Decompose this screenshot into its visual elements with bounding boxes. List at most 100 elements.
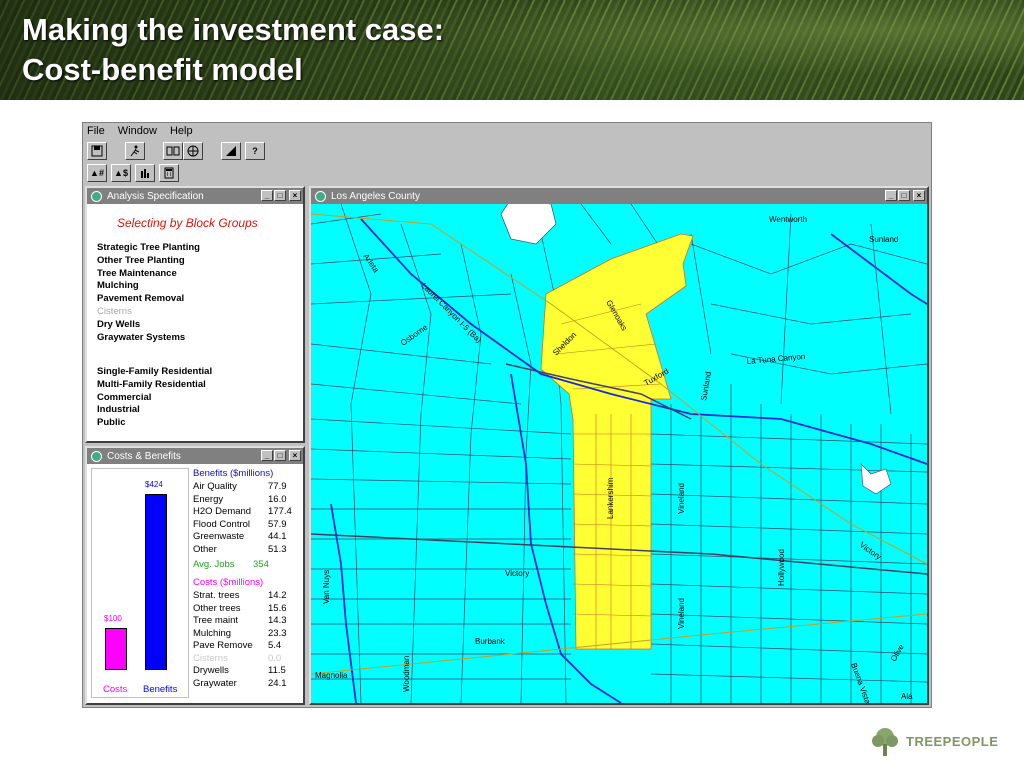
help-icon[interactable]: ? xyxy=(245,142,265,160)
cost-value: 14.3 xyxy=(268,615,287,626)
tree-logo-icon xyxy=(872,728,898,756)
analysis-body: Selecting by Block Groups Strategic Tree… xyxy=(87,204,303,441)
toolbar-row-1: ? xyxy=(87,142,265,162)
strategy-item[interactable]: Strategic Tree Planting xyxy=(97,242,200,255)
benefit-row: Air Quality 77.9 xyxy=(193,481,293,493)
benefit-value: 16.0 xyxy=(268,493,287,505)
benefit-value: 44.1 xyxy=(268,531,287,542)
cost-row: Other trees 15.6 xyxy=(193,603,293,615)
selection-heading: Selecting by Block Groups xyxy=(117,216,258,230)
benefit-name: Greenwaste xyxy=(193,531,245,542)
minimize-button[interactable]: _ xyxy=(885,190,897,201)
landuse-item[interactable]: Multi-Family Residential xyxy=(97,379,212,392)
benefit-total-label: $424 xyxy=(145,480,163,489)
compare-icon[interactable] xyxy=(163,142,183,160)
cost-row: Mulching 23.3 xyxy=(193,628,293,640)
cost-value: 0.0 xyxy=(268,652,282,664)
strategy-item[interactable]: Other Tree Planting xyxy=(97,255,200,268)
strategy-item[interactable]: Mulching xyxy=(97,280,200,293)
menu-help[interactable]: Help xyxy=(170,125,193,137)
landuse-item[interactable]: Single-Family Residential xyxy=(97,366,212,379)
benefit-value: 57.9 xyxy=(268,518,287,530)
strategy-item[interactable]: Dry Wells xyxy=(97,319,200,332)
window-icon xyxy=(91,190,102,202)
analysis-title: Analysis Specification xyxy=(107,190,204,202)
map-title: Los Angeles County xyxy=(331,190,420,202)
cost-row-disabled: Cisterns 0.0 xyxy=(193,653,293,665)
cost-value: 14.2 xyxy=(268,590,287,601)
jobs-row: Avg. Jobs 354 xyxy=(193,559,293,571)
map-titlebar[interactable]: Los Angeles County _ □ × xyxy=(311,188,927,204)
street-label: Vineland xyxy=(677,598,686,629)
map-canvas[interactable]: Arleta Laurel Canyon I-5 (Ba) Osborne Gl… xyxy=(311,204,927,703)
cost-name: Mulching xyxy=(193,627,232,639)
treepeople-logo: TREEPEOPLE xyxy=(868,724,998,758)
costs-benefits-titlebar[interactable]: Costs & Benefits _ □ × xyxy=(87,448,303,464)
benefit-row: Flood Control 57.9 xyxy=(193,519,293,531)
strategy-item[interactable]: Tree Maintenance xyxy=(97,268,200,281)
menu-window[interactable]: Window xyxy=(118,125,157,137)
menu-file[interactable]: File xyxy=(87,125,105,137)
jobs-value: 354 xyxy=(253,559,269,570)
tree-dollar-icon[interactable]: ▲$ xyxy=(111,164,131,182)
benefit-bar xyxy=(145,494,167,670)
cost-row: Pave Remove 5.4 xyxy=(193,640,293,652)
strategy-item-disabled[interactable]: Cisterns xyxy=(97,306,200,319)
benefit-name: Air Quality xyxy=(193,481,237,492)
cost-row: Graywater 24.1 xyxy=(193,678,293,690)
street-label: Burbank xyxy=(475,637,506,646)
cost-value: 11.5 xyxy=(268,665,286,676)
costs-benefits-body: $100 $424 Costs Benefits Benefits ($mill… xyxy=(87,464,303,703)
globe-icon[interactable] xyxy=(183,142,203,160)
cost-row: Drywells 11.5 xyxy=(193,665,293,677)
analysis-titlebar[interactable]: Analysis Specification _ □ × xyxy=(87,188,303,204)
close-button[interactable]: × xyxy=(289,190,301,201)
save-icon[interactable] xyxy=(87,142,107,160)
benefit-name: Flood Control xyxy=(193,518,251,530)
app-window: File Window Help ? ▲# ▲$ Analysis Specif… xyxy=(82,122,932,708)
strategy-list: Strategic Tree Planting Other Tree Plant… xyxy=(97,242,200,344)
cost-name: Other trees xyxy=(193,602,241,614)
benefit-row: H2O Demand 177.4 xyxy=(193,506,293,518)
street-label: Vineland xyxy=(677,483,686,514)
benefit-value: 77.9 xyxy=(268,481,287,492)
maximize-button[interactable]: □ xyxy=(274,450,286,461)
close-button[interactable]: × xyxy=(913,190,925,201)
cost-name: Strat. trees xyxy=(193,590,240,601)
map-window: Los Angeles County _ □ × Arleta Laurel C… xyxy=(309,186,929,705)
landuse-item[interactable]: Industrial xyxy=(97,404,212,417)
benefit-row: Greenwaste 44.1 xyxy=(193,531,293,543)
cost-value: 23.3 xyxy=(268,627,287,639)
minimize-button[interactable]: _ xyxy=(261,450,273,461)
cost-axis-label: Costs xyxy=(103,684,128,695)
title-banner: Making the investment case: Cost-benefit… xyxy=(0,0,1024,100)
strategy-item[interactable]: Graywater Systems xyxy=(97,332,200,345)
minimize-button[interactable]: _ xyxy=(261,190,273,201)
landuse-item[interactable]: Commercial xyxy=(97,392,212,405)
street-label: Hollywood xyxy=(777,549,786,586)
landuse-list: Single-Family Residential Multi-Family R… xyxy=(97,366,212,430)
analysis-window: Analysis Specification _ □ × Selecting by … xyxy=(85,186,305,443)
maximize-button[interactable]: □ xyxy=(898,190,910,201)
benefit-name: H2O Demand xyxy=(193,506,252,517)
maximize-button[interactable]: □ xyxy=(274,190,286,201)
benefit-name: Energy xyxy=(193,493,224,505)
benefit-value: 51.3 xyxy=(268,543,287,555)
street-label: Van Nuys xyxy=(322,570,331,604)
benefit-row: Other 51.3 xyxy=(193,544,293,556)
run-icon[interactable] xyxy=(125,142,145,160)
calculator-icon[interactable] xyxy=(159,164,179,182)
strategy-item[interactable]: Pavement Removal xyxy=(97,293,200,306)
costs-benefits-window: Costs & Benefits _ □ × $100 $424 Costs Ben… xyxy=(85,446,305,705)
bar-chart-icon[interactable] xyxy=(135,164,155,182)
street-label: Wentworth xyxy=(769,215,807,224)
landuse-item[interactable]: Public xyxy=(97,417,212,430)
chart-icon[interactable] xyxy=(221,142,241,160)
benefit-value: 177.4 xyxy=(268,506,292,517)
cost-name: Pave Remove xyxy=(193,640,253,651)
cost-row: Tree maint 14.3 xyxy=(193,615,293,627)
menu-bar: File Window Help xyxy=(87,125,203,141)
tree-number-icon[interactable]: ▲# xyxy=(87,164,107,182)
map-svg[interactable]: Arleta Laurel Canyon I-5 (Ba) Osborne Gl… xyxy=(311,204,927,703)
close-button[interactable]: × xyxy=(289,450,301,461)
